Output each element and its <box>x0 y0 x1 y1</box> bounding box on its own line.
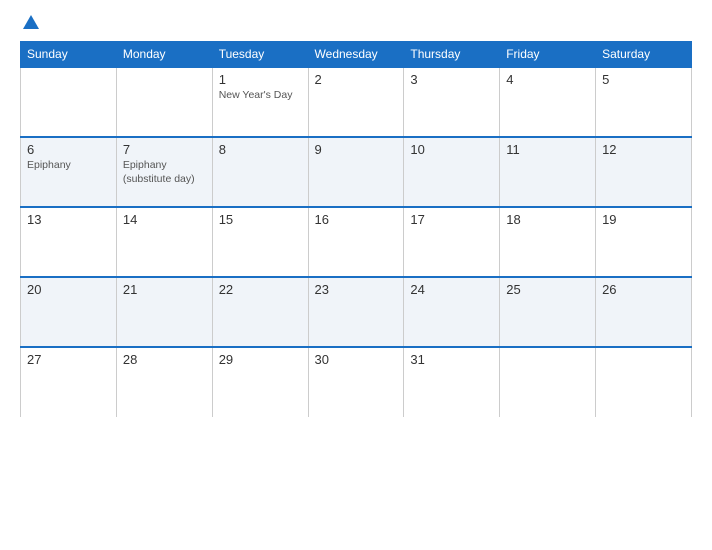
calendar-week-row: 20 21 22 23 24 25 26 <box>21 277 692 347</box>
day-number: 16 <box>315 212 398 227</box>
calendar-day-cell: 6 Epiphany <box>21 137 117 207</box>
day-number: 24 <box>410 282 493 297</box>
day-number: 29 <box>219 352 302 367</box>
calendar-day-cell: 25 <box>500 277 596 347</box>
day-number: 21 <box>123 282 206 297</box>
page: SundayMondayTuesdayWednesdayThursdayFrid… <box>0 0 712 550</box>
day-number: 18 <box>506 212 589 227</box>
calendar-day-cell: 4 <box>500 67 596 137</box>
day-of-week-header: Friday <box>500 42 596 68</box>
calendar-week-row: 1 New Year's Day 2345 <box>21 67 692 137</box>
day-number: 13 <box>27 212 110 227</box>
day-number: 28 <box>123 352 206 367</box>
calendar-day-cell: 20 <box>21 277 117 347</box>
calendar-week-row: 6Epiphany7Epiphany(substitute day)891011… <box>21 137 692 207</box>
day-of-week-header: Tuesday <box>212 42 308 68</box>
calendar-day-cell <box>116 67 212 137</box>
day-number: 31 <box>410 352 493 367</box>
calendar-day-cell: 19 <box>596 207 692 277</box>
day-number: 20 <box>27 282 110 297</box>
day-event: Epiphany <box>27 159 110 173</box>
calendar-day-cell: 30 <box>308 347 404 417</box>
calendar-day-cell: 10 <box>404 137 500 207</box>
calendar-body: 1New Year's Day23456Epiphany7Epiphany(su… <box>21 67 692 417</box>
calendar-day-cell: 14 <box>116 207 212 277</box>
calendar-day-cell: 31 <box>404 347 500 417</box>
calendar-day-cell: 16 <box>308 207 404 277</box>
calendar-day-cell: 2 <box>308 67 404 137</box>
day-number: 14 <box>123 212 206 227</box>
calendar-day-cell: 9 <box>308 137 404 207</box>
day-number: 1 <box>219 72 302 87</box>
calendar-day-cell: 26 <box>596 277 692 347</box>
day-number: 2 <box>315 72 398 87</box>
logo-triangle-icon <box>23 15 39 29</box>
calendar-day-cell: 17 <box>404 207 500 277</box>
day-event: Epiphany <box>123 159 206 173</box>
calendar-day-cell: 8 <box>212 137 308 207</box>
calendar-day-cell: 13 <box>21 207 117 277</box>
calendar-day-cell: 21 <box>116 277 212 347</box>
calendar-day-cell: 11 <box>500 137 596 207</box>
calendar-day-cell: 27 <box>21 347 117 417</box>
day-number: 27 <box>27 352 110 367</box>
day-of-week-header: Sunday <box>21 42 117 68</box>
day-of-week-header: Saturday <box>596 42 692 68</box>
day-number: 5 <box>602 72 685 87</box>
calendar-day-cell: 15 <box>212 207 308 277</box>
day-of-week-header: Wednesday <box>308 42 404 68</box>
day-number: 15 <box>219 212 302 227</box>
calendar-week-row: 27 28 29 30 31 <box>21 347 692 417</box>
day-number: 22 <box>219 282 302 297</box>
calendar-day-cell: 24 <box>404 277 500 347</box>
days-of-week-row: SundayMondayTuesdayWednesdayThursdayFrid… <box>21 42 692 68</box>
calendar-day-cell: 5 <box>596 67 692 137</box>
calendar-day-cell: 22 <box>212 277 308 347</box>
day-number: 6 <box>27 142 110 157</box>
day-event: New Year's Day <box>219 89 302 103</box>
day-number: 4 <box>506 72 589 87</box>
day-number: 8 <box>219 142 302 157</box>
calendar-day-cell: 23 <box>308 277 404 347</box>
calendar-day-cell: 28 <box>116 347 212 417</box>
day-number: 25 <box>506 282 589 297</box>
logo <box>20 15 41 31</box>
calendar-day-cell: 3 <box>404 67 500 137</box>
day-number: 11 <box>506 142 589 157</box>
day-number: 10 <box>410 142 493 157</box>
day-number: 23 <box>315 282 398 297</box>
day-number: 30 <box>315 352 398 367</box>
calendar-day-cell: 12 <box>596 137 692 207</box>
calendar-header: SundayMondayTuesdayWednesdayThursdayFrid… <box>21 42 692 68</box>
calendar-day-cell: 7 Epiphany(substitute day) <box>116 137 212 207</box>
calendar-day-cell <box>596 347 692 417</box>
day-number: 7 <box>123 142 206 157</box>
day-number: 3 <box>410 72 493 87</box>
day-number: 12 <box>602 142 685 157</box>
calendar-day-cell: 29 <box>212 347 308 417</box>
header <box>20 15 692 31</box>
calendar-week-row: 13 14 15 16 17 18 19 <box>21 207 692 277</box>
day-number: 17 <box>410 212 493 227</box>
calendar-day-cell: 18 <box>500 207 596 277</box>
day-event: (substitute day) <box>123 173 206 187</box>
calendar-table: SundayMondayTuesdayWednesdayThursdayFrid… <box>20 41 692 417</box>
day-of-week-header: Thursday <box>404 42 500 68</box>
calendar-day-cell: 1 New Year's Day <box>212 67 308 137</box>
day-number: 19 <box>602 212 685 227</box>
day-of-week-header: Monday <box>116 42 212 68</box>
day-number: 26 <box>602 282 685 297</box>
calendar-day-cell <box>500 347 596 417</box>
day-number: 9 <box>315 142 398 157</box>
calendar-day-cell <box>21 67 117 137</box>
